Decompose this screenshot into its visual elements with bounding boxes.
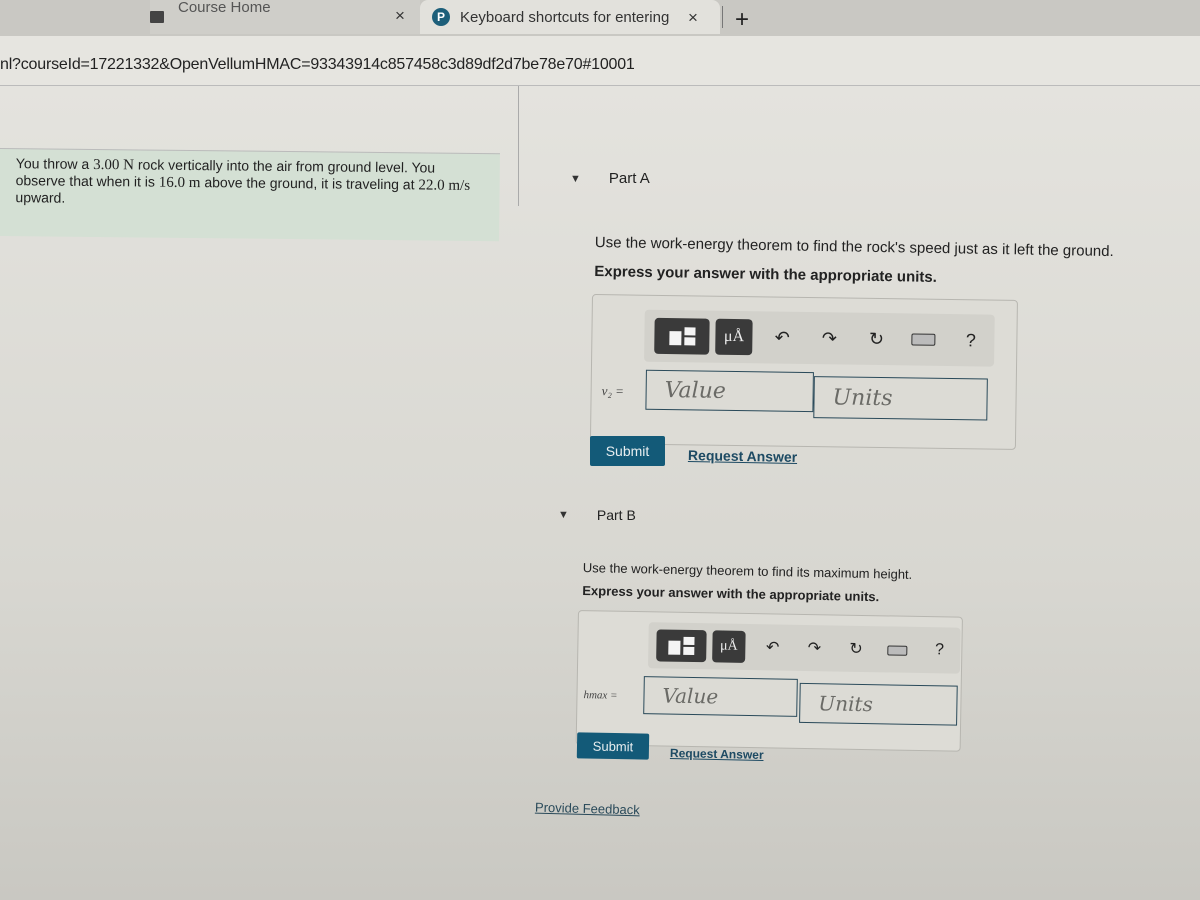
value-input[interactable]: Value — [643, 676, 798, 717]
help-icon[interactable]: ? — [947, 329, 994, 351]
templates-icon — [668, 636, 695, 656]
close-tab-icon[interactable]: × — [688, 8, 698, 28]
url-text[interactable]: nl?courseId=17221332&OpenVellumHMAC=9334… — [0, 56, 635, 74]
provide-feedback-link[interactable]: Provide Feedback — [535, 800, 640, 818]
part-b-prompt: Use the work-energy theorem to find its … — [582, 560, 912, 605]
help-icon[interactable]: ? — [918, 641, 960, 660]
collapse-caret-icon[interactable]: ▼ — [558, 509, 569, 521]
part-a: ▼ Part A — [570, 170, 650, 187]
units-input[interactable]: Units — [813, 376, 988, 421]
redo-icon[interactable]: ↷ — [806, 327, 853, 349]
browser-tab-bar: Course Home × P Keyboard shortcuts for e… — [0, 0, 1200, 36]
templates-button[interactable] — [654, 317, 710, 355]
request-answer-link-part-b[interactable]: Request Answer — [670, 746, 764, 762]
tab-title: Course Home — [178, 0, 271, 16]
templates-button[interactable] — [656, 629, 707, 663]
tab-separator — [722, 6, 723, 28]
part-a-header[interactable]: ▼ Part A — [570, 170, 650, 187]
units-button[interactable]: μÅ — [711, 630, 747, 663]
part-b-header[interactable]: ▼ Part B — [558, 507, 636, 523]
submit-button-part-a[interactable]: Submit — [590, 436, 665, 466]
units-button[interactable]: μÅ — [715, 318, 753, 356]
part-title: Part A — [608, 170, 650, 187]
tab-title: Keyboard shortcuts for entering — [460, 8, 670, 26]
redo-icon[interactable]: ↷ — [793, 638, 835, 659]
undo-icon[interactable]: ↶ — [759, 327, 806, 349]
close-tab-icon[interactable]: × — [395, 6, 405, 26]
height-value: 16.0 m — [158, 174, 201, 192]
math-toolbar: μÅ ↶ ↷ ↻ ? — [644, 309, 995, 367]
column-divider — [518, 86, 519, 206]
instruction-text: Use the work-energy theorem to find its … — [582, 560, 913, 582]
part-title: Part B — [596, 507, 636, 523]
units-input[interactable]: Units — [799, 682, 958, 726]
answer-box-part-b: μÅ ↶ ↷ ↻ ? hmax = Value Units — [575, 610, 963, 752]
keyboard-icon[interactable] — [877, 639, 919, 661]
undo-icon[interactable]: ↶ — [752, 637, 794, 658]
variable-label: hmax = — [583, 689, 618, 702]
collapse-caret-icon[interactable]: ▼ — [570, 173, 581, 185]
instruction-text: Use the work-energy theorem to find the … — [594, 234, 1114, 261]
value-input[interactable]: Value — [645, 369, 814, 413]
reset-icon[interactable]: ↻ — [853, 328, 900, 350]
weight-value: 3.00 N — [93, 156, 135, 174]
reset-icon[interactable]: ↻ — [835, 638, 877, 659]
variable-label: v₂ = — [601, 383, 625, 399]
submit-button-part-b[interactable]: Submit — [576, 732, 650, 760]
tab-course-home[interactable]: Course Home × — [150, 0, 420, 34]
tab-keyboard-shortcuts[interactable]: P Keyboard shortcuts for entering × — [420, 0, 720, 34]
pearson-logo-icon: P — [432, 8, 450, 26]
address-bar[interactable]: nl?courseId=17221332&OpenVellumHMAC=9334… — [0, 36, 1200, 86]
book-icon — [150, 11, 164, 23]
templates-icon — [668, 327, 696, 346]
keyboard-icon[interactable] — [900, 329, 947, 351]
speed-value: 22.0 m/s — [418, 177, 471, 194]
math-toolbar: μÅ ↶ ↷ ↻ ? — [647, 622, 961, 674]
format-note: Express your answer with the appropriate… — [594, 262, 938, 286]
new-tab-button[interactable]: + — [735, 6, 749, 34]
part-a-prompt: Use the work-energy theorem to find the … — [594, 234, 1114, 289]
format-note: Express your answer with the appropriate… — [582, 582, 880, 605]
problem-statement: You throw a 3.00 N rock vertically into … — [0, 148, 500, 242]
page-content: You throw a 3.00 N rock vertically into … — [0, 86, 1200, 900]
part-b: ▼ Part B — [558, 507, 636, 523]
request-answer-link-part-a[interactable]: Request Answer — [688, 447, 797, 465]
answer-box-part-a: μÅ ↶ ↷ ↻ ? v₂ = Value Units — [589, 294, 1018, 450]
